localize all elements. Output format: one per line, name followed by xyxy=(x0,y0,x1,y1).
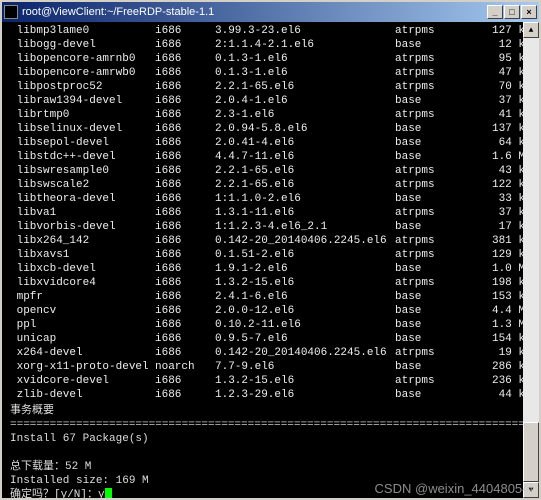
package-row: libstdc++-develi6864.4.7-11.el6base1.6 M xyxy=(10,150,531,164)
package-row: librtmp0i6862.3-1.el6atrpms41 k xyxy=(10,108,531,122)
package-row: unicapi6860.9.5-7.el6base154 k xyxy=(10,332,531,346)
package-row: ppli6860.10.2-11.el6base1.3 M xyxy=(10,318,531,332)
scroll-down-button[interactable]: ▼ xyxy=(523,482,539,498)
package-row: libpostproc52i6862.2.1-65.el6atrpms70 k xyxy=(10,80,531,94)
summary-heading: 事务概要 xyxy=(10,404,531,418)
scrollbar[interactable]: ▲ ▼ xyxy=(523,22,539,498)
package-row: xorg-x11-proto-develnoarch7.7-9.el6base2… xyxy=(10,360,531,374)
install-count: Install 67 Package(s) xyxy=(10,432,531,446)
package-row: libraw1394-develi6862.0.4-1.el6base37 k xyxy=(10,94,531,108)
package-row: libsepol-develi6862.0.41-4.el6base64 k xyxy=(10,136,531,150)
scroll-up-button[interactable]: ▲ xyxy=(523,22,539,38)
package-row: libmp3lame0i6863.99.3-23.el6atrpms127 k xyxy=(10,24,531,38)
scroll-thumb[interactable] xyxy=(523,422,539,482)
package-row: libopencore-amrwb0i6860.1.3-1.el6atrpms4… xyxy=(10,66,531,80)
package-row: zlib-develi6861.2.3-29.el6base44 k xyxy=(10,388,531,402)
confirm-input[interactable]: y xyxy=(98,489,105,498)
package-row: libogg-develi6862:1.1.4-2.1.el6base12 k xyxy=(10,38,531,52)
installed-size: Installed size: 169 M xyxy=(10,474,531,488)
titlebar: root@ViewClient:~/FreeRDP-stable-1.1 _ □… xyxy=(2,2,539,22)
confirm-prompt: 确定吗？[y/N]：y xyxy=(10,488,531,498)
package-row: libxavs1i6860.1.51-2.el6atrpms129 k xyxy=(10,248,531,262)
package-row: opencvi6862.0.0-12.el6base4.4 M xyxy=(10,304,531,318)
package-row: libxvidcore4i6861.3.2-15.el6atrpms198 k xyxy=(10,276,531,290)
window-title: root@ViewClient:~/FreeRDP-stable-1.1 xyxy=(22,6,487,18)
package-row: x264-develi6860.142-20_20140406.2245.el6… xyxy=(10,346,531,360)
package-row: mpfri6862.4.1-6.el6base153 k xyxy=(10,290,531,304)
close-button[interactable]: × xyxy=(521,5,537,19)
package-row: libopencore-amrnb0i6860.1.3-1.el6atrpms9… xyxy=(10,52,531,66)
package-row: libx264_142i6860.142-20_20140406.2245.el… xyxy=(10,234,531,248)
package-row: libswresample0i6862.2.1-65.el6atrpms43 k xyxy=(10,164,531,178)
package-row: libtheora-develi6861:1.1.0-2.el6base33 k xyxy=(10,192,531,206)
maximize-button[interactable]: □ xyxy=(504,5,520,19)
package-row: xvidcore-develi6861.3.2-15.el6atrpms236 … xyxy=(10,374,531,388)
package-row: libselinux-develi6862.0.94-5.8.el6base13… xyxy=(10,122,531,136)
divider: ========================================… xyxy=(10,418,531,432)
terminal-output[interactable]: libmp3lame0i6863.99.3-23.el6atrpms127 k … xyxy=(2,22,539,498)
app-icon xyxy=(4,5,18,19)
minimize-button[interactable]: _ xyxy=(487,5,503,19)
package-row: libswscale2i6862.2.1-65.el6atrpms122 k xyxy=(10,178,531,192)
download-size: 总下载量：52 M xyxy=(10,460,531,474)
package-row: libxcb-develi6861.9.1-2.el6base1.0 M xyxy=(10,262,531,276)
package-row: libvorbis-develi6861:1.2.3-4.el6_2.1base… xyxy=(10,220,531,234)
cursor xyxy=(105,488,112,498)
scroll-track[interactable] xyxy=(523,38,539,482)
package-row: libva1i6861.3.1-11.el6atrpms37 k xyxy=(10,206,531,220)
